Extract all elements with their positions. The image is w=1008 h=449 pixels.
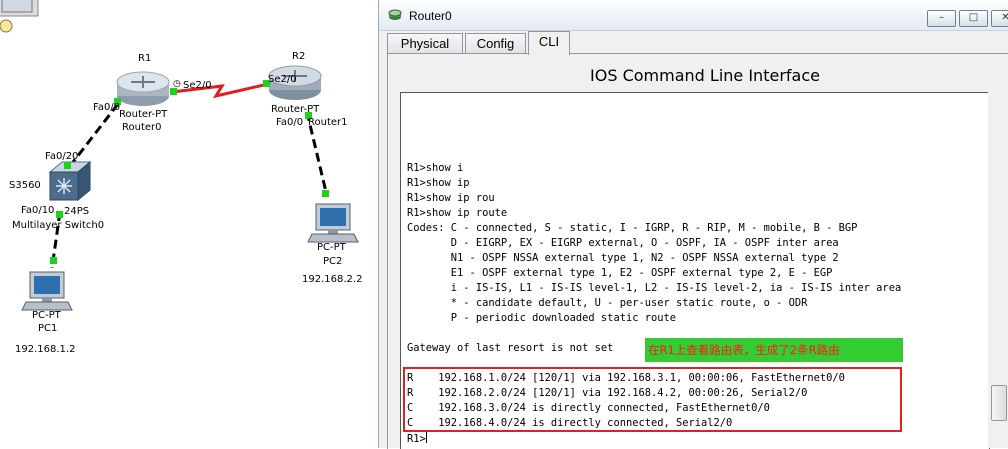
- r2-fa-port-label: Fa0/0: [276, 117, 304, 128]
- pc1-type-label: PC-PT: [32, 310, 61, 321]
- window-title: Router0: [409, 9, 452, 23]
- r1-name-label: R1: [138, 53, 152, 64]
- cli-line: i - IS-IS, L1 - IS-IS level-1, L2 - IS-I…: [407, 282, 902, 294]
- toolbar-icon-fragment[interactable]: [0, 0, 39, 33]
- route-entry: C 192.168.4.0/24 is directly connected, …: [407, 417, 733, 429]
- r2-serial-port-label: Se2/0: [268, 74, 297, 85]
- port-dot: [322, 190, 329, 197]
- cli-heading: IOS Command Line Interface: [590, 66, 820, 85]
- cli-prompt[interactable]: R1>: [407, 432, 427, 445]
- cli-line: * - candidate default, U - per-user stat…: [407, 297, 808, 309]
- clock-icon: ◷: [173, 79, 181, 89]
- r2-name-label: R2: [292, 51, 306, 62]
- r1-type-label: Router-PT: [119, 109, 168, 120]
- switch-up-port-label: Fa0/20: [45, 151, 79, 162]
- scrollbar-thumb[interactable]: [991, 385, 1007, 421]
- annotation-label: 在R1上查看路由表，生成了2条R路由: [645, 338, 903, 362]
- tab-config[interactable]: Config: [465, 33, 526, 54]
- cli-gateway-line: Gateway of last resort is not set: [407, 342, 614, 354]
- switch-device-label: Multilayer Switch0: [12, 220, 105, 231]
- cli-line: E1 - OSPF external type 1, E2 - OSPF ext…: [407, 267, 833, 279]
- minimize-button[interactable]: –: [927, 10, 956, 27]
- port-dot: [50, 257, 57, 264]
- switch-name-label: S3560: [9, 180, 41, 191]
- port-dot: [170, 88, 177, 95]
- tab-physical[interactable]: Physical: [387, 33, 463, 54]
- maximize-button[interactable]: □: [959, 10, 988, 27]
- router-app-icon: [388, 9, 402, 20]
- pc2-ip-label: 192.168.2.2: [302, 274, 363, 285]
- cli-line: N1 - OSPF NSSA external type 1, N2 - OSP…: [407, 252, 839, 264]
- switch-type-label: 24PS: [64, 206, 90, 217]
- r1-device-label: Router0: [122, 122, 162, 133]
- pc1-name-label: PC1: [38, 323, 58, 334]
- cli-line: R1>show ip: [407, 177, 470, 189]
- cli-line: P - periodic downloaded static route: [407, 312, 676, 324]
- cli-line: Codes: C - connected, S - static, I - IG…: [407, 222, 858, 234]
- pc1-icon[interactable]: [21, 271, 73, 311]
- cli-line: R1>show ip rou: [407, 192, 495, 204]
- close-button[interactable]: ✕: [991, 10, 1008, 27]
- cli-terminal[interactable]: R1>show i R1>show ip R1>show ip rou R1>s…: [400, 92, 990, 449]
- cli-line: R1>show ip route: [407, 207, 508, 219]
- text-cursor: [425, 432, 427, 443]
- route-entry: C 192.168.3.0/24 is directly connected, …: [407, 402, 770, 414]
- r2-type-label: Router-PT: [271, 104, 320, 115]
- cli-prompt-text: R1>: [407, 433, 426, 445]
- pc1-ip-label: 192.168.1.2: [15, 344, 76, 355]
- port-dot: [64, 162, 71, 169]
- switch-down-port-label: Fa0/10: [21, 205, 55, 216]
- port-dot: [56, 211, 63, 218]
- cli-scrollbar[interactable]: [988, 92, 1008, 448]
- r1-serial-port-label: Se2/0: [183, 80, 212, 91]
- tab-cli[interactable]: CLI: [528, 31, 570, 55]
- router-r1-icon[interactable]: [116, 71, 170, 106]
- route-entry: R 192.168.2.0/24 [120/1] via 192.168.4.2…: [407, 387, 808, 399]
- r1-fa-port-label: Fa0/0: [93, 102, 121, 113]
- route-entry: R 192.168.1.0/24 [120/1] via 192.168.3.1…: [407, 372, 845, 384]
- pc2-type-label: PC-PT: [317, 242, 346, 253]
- window-titlebar[interactable]: Router0 – □ ✕: [379, 0, 1008, 31]
- pc2-name-label: PC2: [323, 256, 343, 267]
- cli-line: D - EIGRP, EX - EIGRP external, O - OSPF…: [407, 237, 839, 249]
- topology-canvas[interactable]: R1 Se2/0 ◷ Fa0/0 Router-PT Router0 R2 Se…: [0, 0, 378, 448]
- router-window: Router0 – □ ✕ Physical Config CLI IOS Co…: [378, 0, 1008, 449]
- pc2-icon[interactable]: [307, 203, 359, 243]
- cli-line: R1>show i: [407, 162, 464, 174]
- r2-device-label: Router1: [308, 117, 348, 128]
